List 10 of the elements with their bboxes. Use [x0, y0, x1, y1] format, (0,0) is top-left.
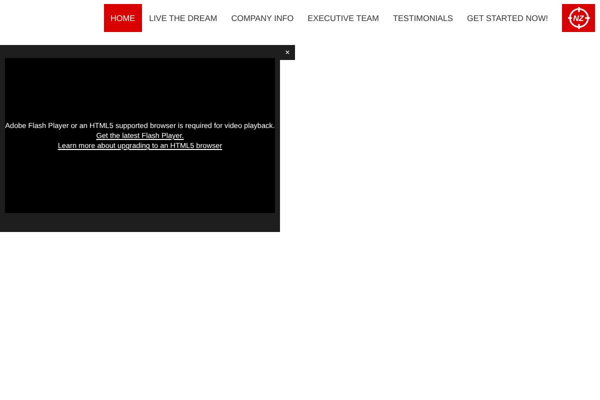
nav-link[interactable]: EXECUTIVE TEAM [300, 4, 386, 32]
nav-link[interactable]: TESTIMONIALS [386, 4, 460, 32]
nav-link[interactable]: COMPANY INFO [224, 4, 301, 32]
nav-link[interactable]: GET STARTED NOW! [460, 4, 555, 32]
nav-link[interactable]: HOME [104, 4, 142, 32]
close-button[interactable]: × [280, 45, 295, 60]
crosshair-icon [566, 6, 590, 30]
nav-link[interactable]: LIVE THE DREAM [142, 4, 224, 32]
logo-text: NZ [572, 14, 585, 22]
logo[interactable]: NZ [562, 4, 595, 32]
